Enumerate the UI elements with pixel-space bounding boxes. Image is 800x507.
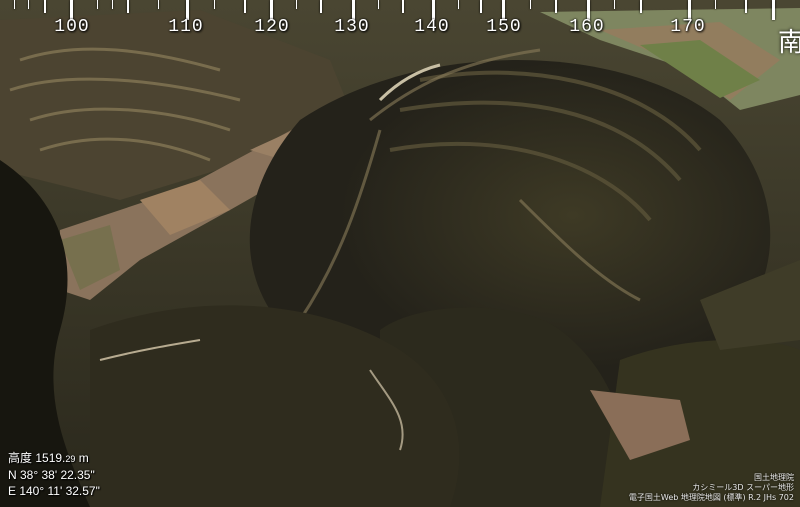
compass-heading-scale: 100 110 120 130 140 150 160 170 南 xyxy=(0,0,800,58)
compass-minor-tick xyxy=(715,0,716,9)
compass-minor-tick xyxy=(614,0,615,9)
compass-degree-label: 100 xyxy=(54,17,90,37)
compass-degree-label: 150 xyxy=(486,17,522,37)
compass-minor-tick xyxy=(14,0,15,9)
compass-minor-tick xyxy=(97,0,98,9)
compass-mid-tick xyxy=(44,0,46,13)
attribution-line: 電子国土Web 地理院地図 (標準) R.2 JHs 702 xyxy=(628,493,794,502)
altitude-value-fraction: 29 xyxy=(65,454,76,464)
position-readout: 高度 1519.29 m N 38° 38' 22.35" E 140° 11'… xyxy=(8,450,100,499)
compass-minor-tick xyxy=(28,0,29,9)
compass-major-tick xyxy=(772,0,775,20)
altitude-unit: m xyxy=(78,451,89,465)
compass-degree-label: 140 xyxy=(414,17,450,37)
compass-degree-label: 170 xyxy=(670,17,706,37)
compass-mid-tick xyxy=(480,0,482,13)
compass-mid-tick xyxy=(320,0,322,13)
compass-degree-label: 130 xyxy=(334,17,370,37)
compass-mid-tick xyxy=(640,0,642,13)
map-attribution: 国土地理院 カシミール3D スーパー地形 電子国土Web 地理院地図 (標準) … xyxy=(629,473,794,503)
compass-minor-tick xyxy=(158,0,159,9)
compass-minor-tick xyxy=(458,0,459,9)
compass-mid-tick xyxy=(127,0,129,13)
map-viewport[interactable]: 100 110 120 130 140 150 160 170 南 高度 151… xyxy=(0,0,800,507)
compass-minor-tick xyxy=(214,0,215,9)
compass-direction-label: 南 xyxy=(777,28,800,58)
satellite-terrain-image[interactable] xyxy=(0,0,800,507)
attribution-line: カシミール3D スーパー地形 xyxy=(692,483,794,492)
compass-minor-tick xyxy=(530,0,531,9)
altitude-label: 高度 xyxy=(8,451,33,465)
attribution-line: 国土地理院 xyxy=(754,473,794,482)
compass-degree-label: 110 xyxy=(168,17,204,37)
compass-degree-label: 160 xyxy=(569,17,605,37)
compass-mid-tick xyxy=(244,0,246,13)
compass-mid-tick xyxy=(745,0,747,13)
compass-degree-label: 120 xyxy=(254,17,290,37)
latitude-readout: N 38° 38' 22.35" xyxy=(8,468,95,482)
altitude-readout: 高度 1519.29 m xyxy=(8,450,100,467)
compass-mid-tick xyxy=(402,0,404,13)
compass-minor-tick xyxy=(296,0,297,9)
compass-mid-tick xyxy=(555,0,557,13)
compass-minor-tick xyxy=(112,0,113,9)
altitude-value: 1519. xyxy=(35,451,66,465)
longitude-readout: E 140° 11' 32.57" xyxy=(8,484,100,498)
compass-minor-tick xyxy=(378,0,379,9)
